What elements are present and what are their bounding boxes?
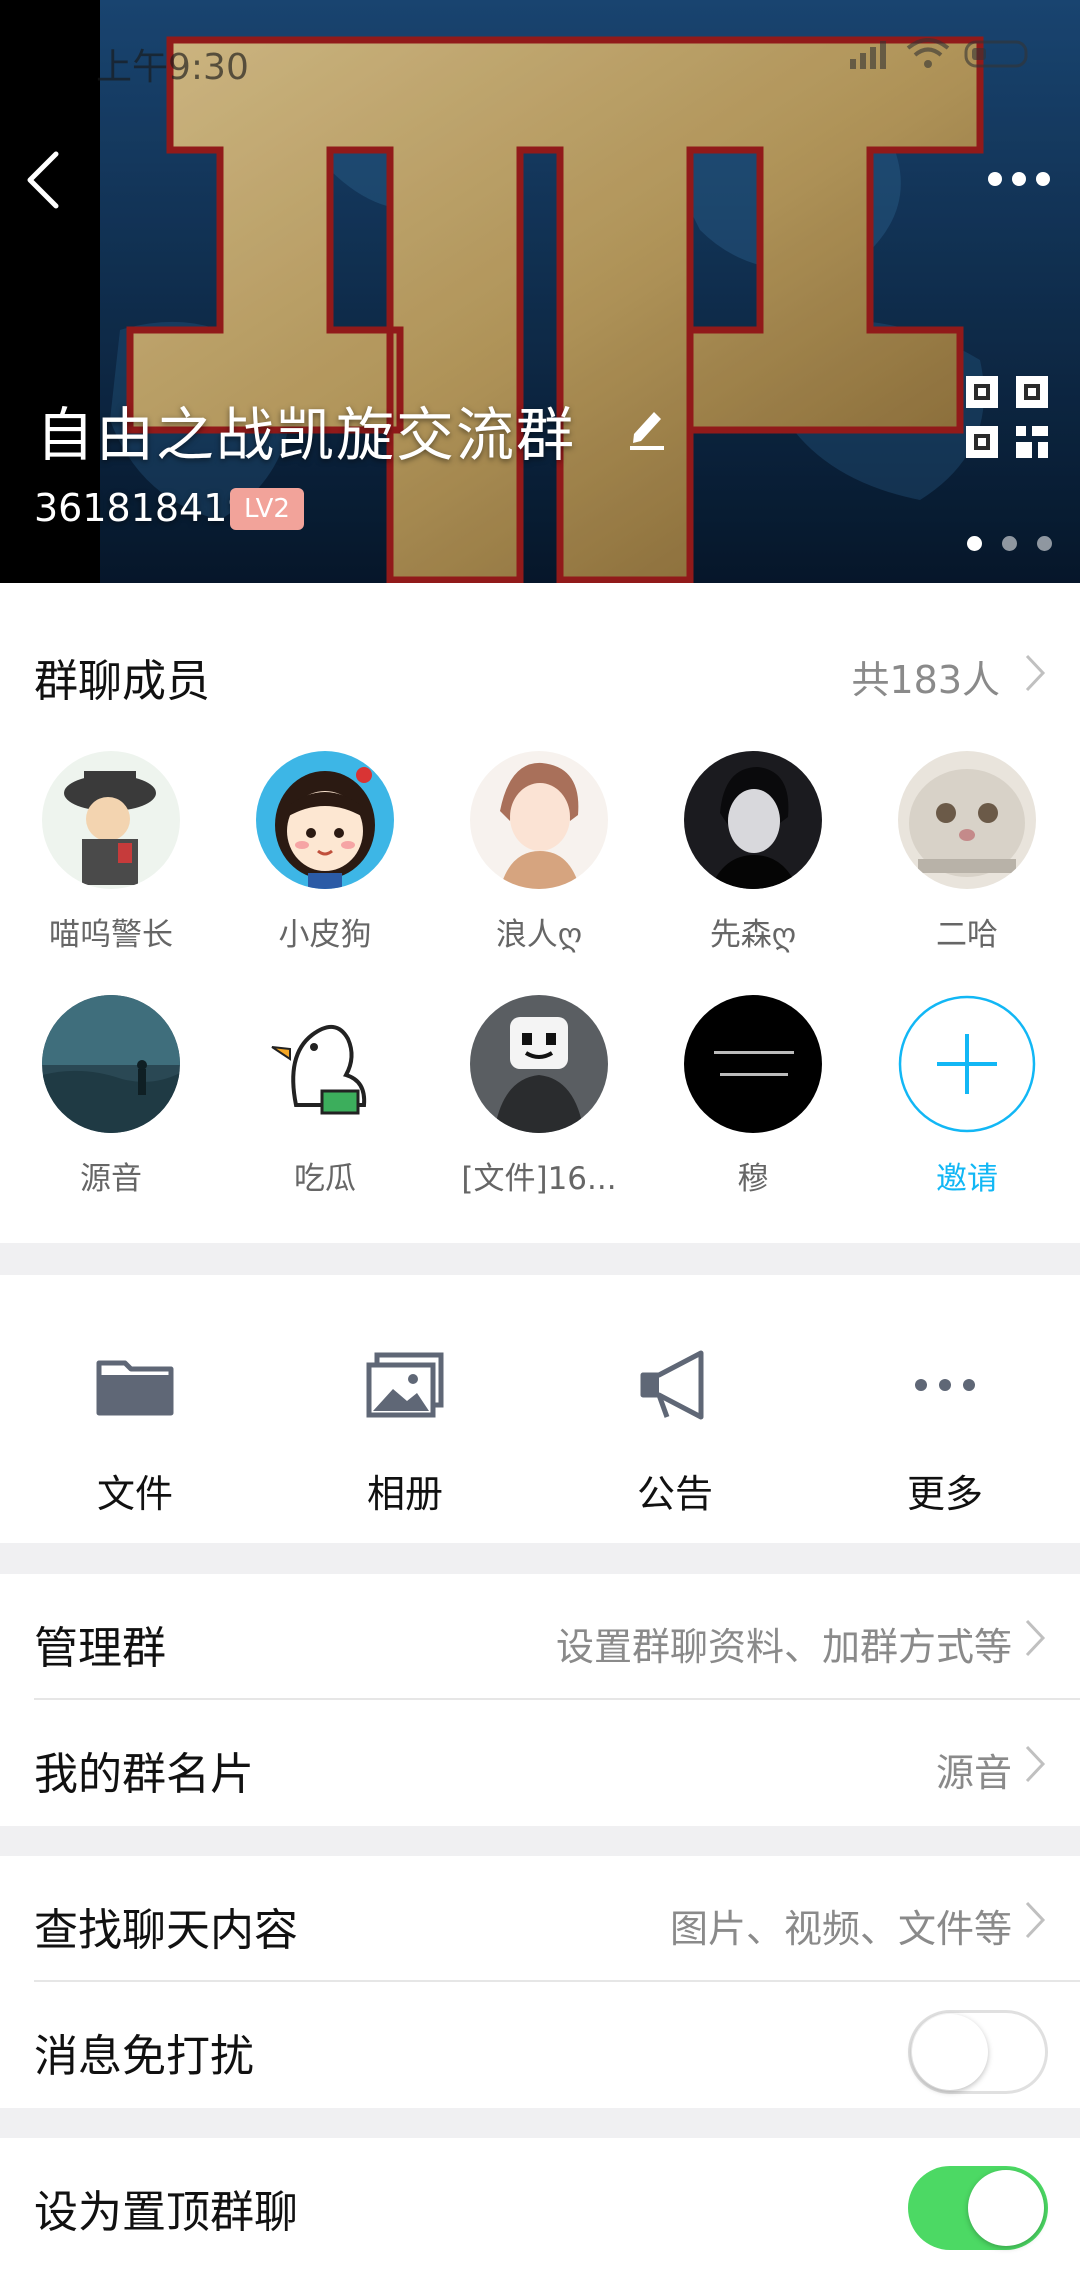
group-name: 自由之战凯旋交流群 xyxy=(36,401,577,469)
members-section: 群聊成员 共183人 喵呜警长 小皮狗 浪人ღ 先森ღ 二哈 源音 吃瓜 [文件… xyxy=(0,583,1080,1243)
announcement-label: 公告 xyxy=(636,1472,713,1516)
files-label: 文件 xyxy=(96,1472,173,1516)
dark-anime-boy-avatar xyxy=(684,751,822,889)
album-label: 相册 xyxy=(366,1472,443,1516)
member-item[interactable]: [文件]16... xyxy=(432,995,646,1198)
folder-icon xyxy=(96,1360,174,1416)
album-icon xyxy=(366,1352,444,1418)
album-button[interactable]: 相册 xyxy=(270,1275,540,1543)
member-item[interactable]: 穆 xyxy=(646,995,860,1198)
qr-code-icon[interactable] xyxy=(966,376,1048,458)
status-time: 上午9:30 xyxy=(96,47,249,88)
chevron-right-icon xyxy=(1025,1901,1046,1939)
member-name: 喵呜警长 xyxy=(49,917,173,953)
member-item[interactable]: 吃瓜 xyxy=(218,995,432,1198)
more-options-icon[interactable] xyxy=(988,172,1050,186)
member-name: 吃瓜 xyxy=(294,1161,356,1197)
black-text-avatar xyxy=(684,995,822,1133)
level-badge: LV2 xyxy=(230,488,304,530)
search-chat-title: 查找聊天内容 xyxy=(34,1905,298,1956)
more-icon xyxy=(915,1379,975,1391)
files-button[interactable]: 文件 xyxy=(0,1275,270,1543)
do-not-disturb-title: 消息免打扰 xyxy=(34,2031,254,2082)
more-button[interactable]: 更多 xyxy=(810,1275,1080,1543)
battery-icon xyxy=(964,40,1028,68)
signal-icon xyxy=(850,41,886,69)
member-name: 穆 xyxy=(737,1161,769,1197)
megaphone-icon xyxy=(640,1350,704,1420)
edit-icon[interactable] xyxy=(624,402,670,450)
invite-label: 邀请 xyxy=(936,1161,998,1197)
actions-grid: 文件 相册 公告 更多 xyxy=(0,1275,1080,1543)
member-item[interactable]: 二哈 xyxy=(860,751,1074,954)
duck-avatar xyxy=(256,995,394,1133)
group-number: 361818419 xyxy=(34,486,252,530)
member-item[interactable]: 小皮狗 xyxy=(218,751,432,954)
chevron-right-icon xyxy=(1025,1619,1046,1657)
members-title: 群聊成员 xyxy=(34,656,210,707)
plus-icon xyxy=(898,995,1036,1133)
search-chat-row[interactable]: 查找聊天内容 图片、视频、文件等 xyxy=(0,1856,1080,1982)
my-group-card-row[interactable]: 我的群名片 源音 xyxy=(0,1700,1080,1826)
my-group-card-title: 我的群名片 xyxy=(34,1749,254,1800)
more-label: 更多 xyxy=(906,1472,983,1516)
member-name: 浪人ღ xyxy=(495,917,583,953)
chevron-right-icon xyxy=(1025,1745,1046,1783)
pin-chat-title: 设为置顶群聊 xyxy=(34,2187,298,2238)
member-item[interactable]: 喵呜警长 xyxy=(4,751,218,954)
member-name: 源音 xyxy=(80,1161,142,1197)
member-item[interactable]: 浪人ღ xyxy=(432,751,646,954)
status-icons xyxy=(848,38,1032,70)
marshmello-avatar xyxy=(470,995,608,1133)
manage-group-title: 管理群 xyxy=(34,1623,166,1674)
banner-pager xyxy=(967,536,1052,551)
night-scene-avatar xyxy=(42,995,180,1133)
members-count[interactable]: 共183人 xyxy=(851,649,1000,704)
anime-boy-avatar xyxy=(470,751,608,889)
member-item[interactable]: 源音 xyxy=(4,995,218,1198)
manage-group-value: 设置群聊资料、加群方式等 xyxy=(555,1625,1012,1669)
member-name: 二哈 xyxy=(936,917,998,953)
chevron-right-icon xyxy=(1025,654,1046,692)
invite-button[interactable]: 邀请 xyxy=(860,995,1074,1198)
wifi-icon xyxy=(906,38,950,68)
announcement-button[interactable]: 公告 xyxy=(540,1275,810,1543)
do-not-disturb-row: 消息免打扰 xyxy=(0,1982,1080,2108)
back-icon[interactable] xyxy=(22,148,62,212)
cat-avatar xyxy=(898,751,1036,889)
do-not-disturb-toggle[interactable] xyxy=(908,2010,1048,2094)
pin-chat-row: 设为置顶群聊 xyxy=(0,2138,1080,2280)
manage-group-row[interactable]: 管理群 设置群聊资料、加群方式等 xyxy=(0,1574,1080,1700)
my-group-card-value: 源音 xyxy=(935,1751,1012,1795)
member-item[interactable]: 先森ღ xyxy=(646,751,860,954)
group-banner[interactable]: 上午9:30 自由之战凯旋交流群 361818419 LV2 xyxy=(0,0,1080,583)
detective-avatar xyxy=(42,751,180,889)
pin-chat-toggle[interactable] xyxy=(908,2166,1048,2250)
member-name: 先森ღ xyxy=(709,917,797,953)
girl-cartoon-avatar xyxy=(256,751,394,889)
member-name: 小皮狗 xyxy=(278,917,372,953)
member-name: [文件]16... xyxy=(461,1161,617,1197)
search-chat-value: 图片、视频、文件等 xyxy=(669,1907,1012,1951)
